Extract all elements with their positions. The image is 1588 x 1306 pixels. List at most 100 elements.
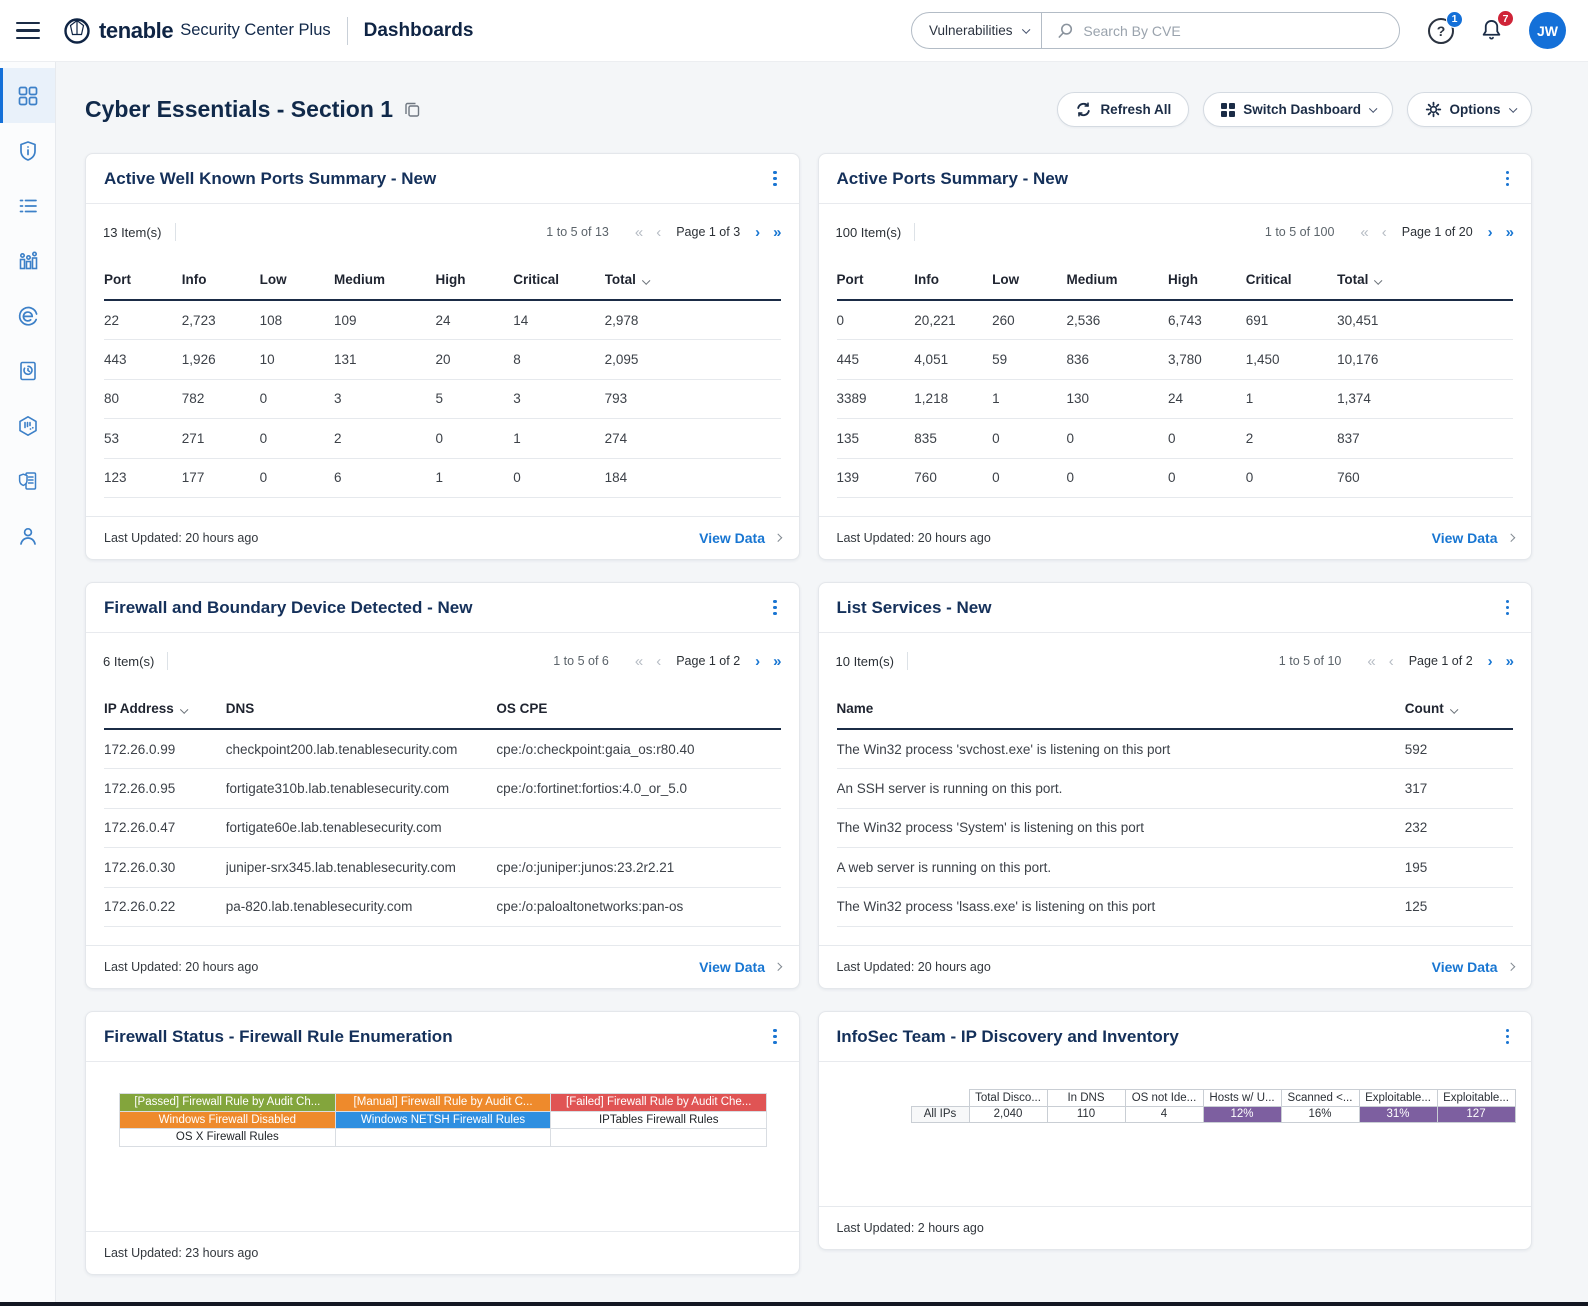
view-data-link[interactable]: View Data: [699, 530, 780, 546]
notifications-button[interactable]: 7: [1478, 17, 1505, 44]
prev-page-icon[interactable]: ‹: [656, 653, 661, 670]
copy-icon[interactable]: [403, 100, 422, 119]
sidebar-item-policies[interactable]: [0, 453, 55, 508]
last-page-icon[interactable]: »: [1506, 224, 1514, 241]
column-header[interactable]: DNS: [226, 689, 497, 729]
column-header[interactable]: OS not Ide...: [1125, 1090, 1203, 1107]
matrix-cell[interactable]: OS X Firewall Rules: [120, 1129, 336, 1147]
table-row[interactable]: 4454,051598363,7801,45010,176: [837, 340, 1514, 380]
first-page-icon[interactable]: «: [635, 224, 643, 241]
column-header[interactable]: Critical: [513, 260, 604, 300]
first-page-icon[interactable]: «: [635, 653, 643, 670]
sidebar-item-queries[interactable]: [0, 178, 55, 233]
last-page-icon[interactable]: »: [773, 224, 781, 241]
column-header[interactable]: Scanned <...: [1281, 1090, 1359, 1107]
table-row[interactable]: 172.26.0.99checkpoint200.lab.tenablesecu…: [104, 729, 781, 769]
search-input[interactable]: [1083, 23, 1385, 39]
table-row[interactable]: The Win32 process 'svchost.exe' is liste…: [837, 729, 1514, 769]
kebab-menu-icon[interactable]: [1502, 1025, 1513, 1048]
switch-dashboard-button[interactable]: Switch Dashboard: [1203, 92, 1392, 127]
matrix-cell[interactable]: [Failed] Firewall Rule by Audit Che...: [551, 1094, 767, 1112]
matrix-cell[interactable]: 12%: [1203, 1106, 1281, 1123]
matrix-cell[interactable]: [Passed] Firewall Rule by Audit Ch...: [120, 1094, 336, 1112]
first-page-icon[interactable]: «: [1367, 653, 1375, 670]
refresh-all-button[interactable]: Refresh All: [1057, 92, 1189, 127]
column-header[interactable]: Total: [605, 260, 781, 300]
view-data-link[interactable]: View Data: [1432, 530, 1513, 546]
matrix-cell[interactable]: All IPs: [911, 1106, 969, 1123]
options-button[interactable]: Options: [1407, 92, 1533, 127]
matrix-cell[interactable]: 110: [1047, 1106, 1125, 1123]
column-header[interactable]: High: [1168, 260, 1246, 300]
sidebar-item-findings[interactable]: [0, 123, 55, 178]
prev-page-icon[interactable]: ‹: [1389, 653, 1394, 670]
column-header[interactable]: IP Address: [104, 689, 226, 729]
column-header[interactable]: Medium: [1067, 260, 1168, 300]
kebab-menu-icon[interactable]: [769, 596, 780, 619]
matrix-cell[interactable]: 4: [1125, 1106, 1203, 1123]
column-header[interactable]: Hosts w/ U...: [1203, 1090, 1281, 1107]
kebab-menu-icon[interactable]: [1502, 596, 1513, 619]
avatar[interactable]: JW: [1529, 12, 1566, 49]
matrix-cell[interactable]: 2,040: [969, 1106, 1047, 1123]
column-header[interactable]: Info: [182, 260, 260, 300]
matrix-cell[interactable]: Windows Firewall Disabled: [120, 1111, 336, 1129]
matrix-cell[interactable]: 127: [1437, 1106, 1515, 1123]
table-row[interactable]: A web server is running on this port.195: [837, 848, 1514, 888]
table-row[interactable]: 4431,926101312082,095: [104, 340, 781, 380]
column-header[interactable]: [911, 1090, 969, 1107]
matrix-cell[interactable]: 16%: [1281, 1106, 1359, 1123]
last-page-icon[interactable]: »: [1506, 653, 1514, 670]
column-header[interactable]: In DNS: [1047, 1090, 1125, 1107]
menu-icon[interactable]: [16, 22, 40, 40]
view-data-link[interactable]: View Data: [1432, 959, 1513, 975]
help-button[interactable]: ? 1: [1428, 18, 1454, 44]
column-header[interactable]: Critical: [1246, 260, 1337, 300]
next-page-icon[interactable]: ›: [1488, 653, 1493, 670]
sidebar-item-scan-results[interactable]: [0, 233, 55, 288]
next-page-icon[interactable]: ›: [755, 224, 760, 241]
table-row[interactable]: 172.26.0.30juniper-srx345.lab.tenablesec…: [104, 848, 781, 888]
table-row[interactable]: 172.26.0.95fortigate310b.lab.tenablesecu…: [104, 769, 781, 809]
table-row[interactable]: An SSH server is running on this port.31…: [837, 769, 1514, 809]
last-page-icon[interactable]: »: [773, 653, 781, 670]
matrix-cell[interactable]: [Manual] Firewall Rule by Audit C...: [335, 1094, 551, 1112]
sidebar-item-dashboards[interactable]: [0, 68, 55, 123]
table-row[interactable]: 532710201274: [104, 419, 781, 459]
table-row[interactable]: 172.26.0.22pa-820.lab.tenablesecurity.co…: [104, 887, 781, 927]
sidebar-item-reports[interactable]: [0, 343, 55, 398]
column-header[interactable]: High: [435, 260, 513, 300]
view-data-link[interactable]: View Data: [699, 959, 780, 975]
table-row[interactable]: The Win32 process 'lsass.exe' is listeni…: [837, 887, 1514, 927]
prev-page-icon[interactable]: ‹: [656, 224, 661, 241]
column-header[interactable]: Low: [992, 260, 1066, 300]
column-header[interactable]: Exploitable...: [1359, 1090, 1437, 1107]
table-row[interactable]: 020,2212602,5366,74369130,451: [837, 300, 1514, 340]
sidebar-item-assets[interactable]: [0, 398, 55, 453]
matrix-cell[interactable]: Windows NETSH Firewall Rules: [335, 1111, 551, 1129]
column-header[interactable]: Exploitable...: [1437, 1090, 1515, 1107]
column-header[interactable]: Medium: [334, 260, 435, 300]
column-header[interactable]: Total Disco...: [969, 1090, 1047, 1107]
table-row[interactable]: 1397600000760: [837, 458, 1514, 498]
column-header[interactable]: Total: [1337, 260, 1513, 300]
matrix-cell[interactable]: 31%: [1359, 1106, 1437, 1123]
matrix-cell[interactable]: IPTables Firewall Rules: [551, 1111, 767, 1129]
column-header[interactable]: Port: [104, 260, 182, 300]
table-row[interactable]: 33891,21811302411,374: [837, 379, 1514, 419]
kebab-menu-icon[interactable]: [769, 167, 780, 190]
kebab-menu-icon[interactable]: [1502, 167, 1513, 190]
sidebar-item-users[interactable]: [0, 508, 55, 563]
prev-page-icon[interactable]: ‹: [1382, 224, 1387, 241]
column-header[interactable]: OS CPE: [496, 689, 780, 729]
table-row[interactable]: 1358350002837: [837, 419, 1514, 459]
table-row[interactable]: 807820353793: [104, 379, 781, 419]
next-page-icon[interactable]: ›: [1488, 224, 1493, 241]
first-page-icon[interactable]: «: [1360, 224, 1368, 241]
kebab-menu-icon[interactable]: [769, 1025, 780, 1048]
column-header[interactable]: Name: [837, 689, 1405, 729]
sidebar-item-solutions[interactable]: [0, 288, 55, 343]
table-row[interactable]: 172.26.0.47fortigate60e.lab.tenablesecur…: [104, 808, 781, 848]
column-header[interactable]: Info: [914, 260, 992, 300]
table-row[interactable]: The Win32 process 'System' is listening …: [837, 808, 1514, 848]
